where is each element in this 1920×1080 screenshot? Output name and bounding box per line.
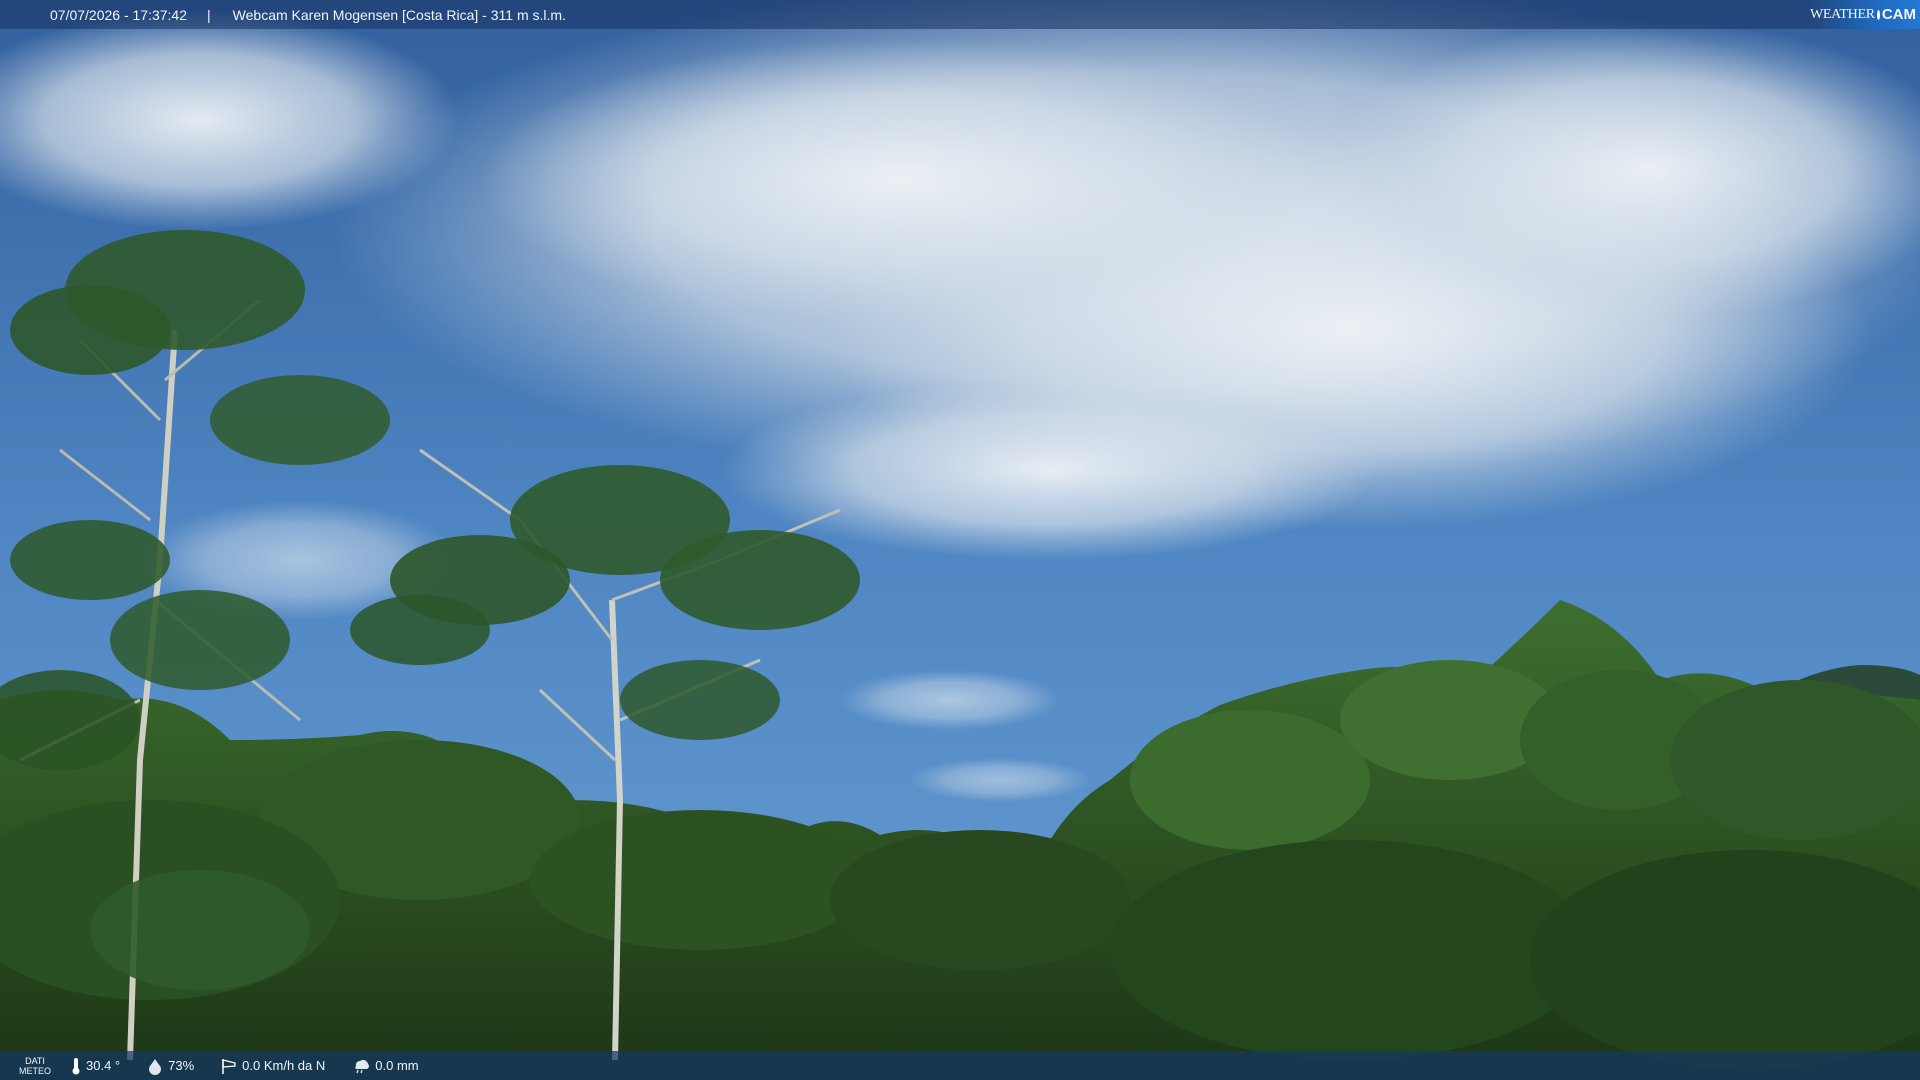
webcam-image <box>0 0 1920 1080</box>
webcam-title: Webcam Karen Mogensen [Costa Rica] - 311… <box>232 6 566 23</box>
temperature-readout: 30.4 ° <box>70 1057 120 1075</box>
thermometer-icon <box>72 1057 80 1074</box>
logo-word-weather: WEATHER <box>1810 6 1875 22</box>
rain-value: 0.0 mm <box>375 1058 419 1073</box>
rain-cloud-icon <box>355 1059 370 1073</box>
timestamp: 07/07/2026 - 17:37:42 <box>50 6 188 23</box>
header-bar: 07/07/2026 - 17:37:42 | Webcam Karen Mog… <box>0 0 1920 29</box>
logo-word-cam: CAM <box>1881 6 1916 23</box>
rain-readout: 0.0 mm <box>351 1057 419 1075</box>
temperature-value: 30.4 ° <box>86 1058 121 1073</box>
weather-data-label-line1: DATI <box>25 1055 45 1066</box>
wind-readout: 0.0 Km/h da N <box>220 1057 325 1075</box>
weather-data-label: DATI METEO <box>0 1056 70 1076</box>
humidity-readout: 73% <box>146 1057 194 1075</box>
wind-value: 0.0 Km/h da N <box>242 1058 326 1073</box>
weather-data-bar: DATI METEO 30.4 ° 73% 0.0 Km/h da N 0.0 … <box>0 1051 1920 1080</box>
weathercam-logo: WEATHER CAM <box>1810 0 1920 29</box>
logo-dot-icon <box>1876 9 1880 20</box>
header-separator: | <box>207 6 211 23</box>
humidity-drop-icon <box>149 1058 162 1075</box>
wind-sock-icon <box>222 1058 236 1074</box>
weather-data-label-line2: METEO <box>18 1065 51 1076</box>
humidity-value: 73% <box>168 1058 195 1073</box>
